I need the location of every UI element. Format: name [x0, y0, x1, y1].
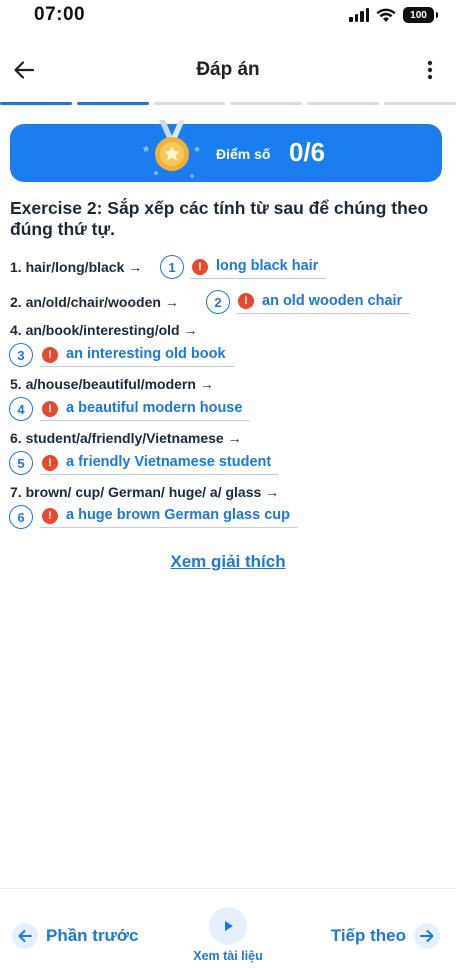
score-label: Điểm số — [216, 146, 271, 162]
header: Đáp án — [0, 48, 456, 94]
battery-icon: 100 — [403, 7, 438, 23]
bottom-navigation: Phần trước Xem tài liệu Tiếp theo — [0, 888, 456, 968]
progress-segment[interactable] — [0, 102, 72, 105]
status-bar: 07:00 100 — [0, 0, 456, 34]
status-icons: 100 — [349, 7, 438, 23]
question-prompt: 4. an/book/interesting/old → — [10, 322, 198, 338]
play-icon — [209, 907, 247, 945]
arrow-left-icon — [12, 923, 38, 949]
answer-number-badge[interactable]: 5 — [9, 451, 33, 475]
question-prompt: 6. student/a/friendly/Vietnamese → — [10, 430, 242, 446]
page-title: Đáp án — [196, 59, 260, 80]
answer-text[interactable]: long black hair — [190, 258, 327, 279]
view-document-button[interactable]: Xem tài liệu — [188, 907, 268, 963]
answer-number-badge[interactable]: 3 — [9, 343, 33, 367]
progress-segment[interactable] — [76, 102, 149, 105]
question-prompt: 5. a/house/beautiful/modern → — [10, 376, 214, 392]
answer-text[interactable]: a huge brown German glass cup — [40, 507, 298, 528]
status-time: 07:00 — [34, 4, 86, 25]
answer-number-badge[interactable]: 6 — [9, 505, 33, 529]
next-label: Tiếp theo — [330, 926, 406, 945]
next-button[interactable]: Tiếp theo — [331, 923, 440, 949]
answer-text[interactable]: an old wooden chair — [236, 293, 411, 314]
question-progress-tabs — [0, 102, 456, 105]
view-explanation-link[interactable]: Xem giải thích — [0, 552, 456, 572]
score-value: 0/6 — [289, 137, 326, 167]
answer-text[interactable]: an interesting old book — [40, 346, 234, 367]
previous-section-button[interactable]: Phần trước — [12, 923, 138, 949]
previous-section-label: Phần trước — [46, 926, 139, 945]
score-banner: Điểm số 0/6 — [10, 120, 442, 182]
answer-number-badge[interactable]: 1 — [160, 255, 184, 279]
more-options-button[interactable] — [420, 56, 440, 84]
progress-segment[interactable] — [307, 102, 380, 105]
arrow-right-icon — [414, 923, 440, 949]
question-prompt: 1. hair/long/black → — [10, 259, 143, 275]
progress-segment[interactable] — [230, 102, 303, 105]
more-vertical-icon — [427, 60, 433, 80]
answer-number-badge[interactable]: 4 — [9, 397, 33, 421]
answer-text[interactable]: a beautiful modern house — [40, 400, 251, 421]
view-document-label: Xem tài liệu — [193, 949, 263, 963]
answer-number-badge[interactable]: 2 — [206, 290, 230, 314]
signal-icon — [349, 8, 369, 22]
wifi-icon — [376, 8, 396, 22]
medal-icon — [142, 120, 200, 178]
question-prompt: 7. brown/ cup/ German/ huge/ a/ glass → — [10, 484, 280, 500]
progress-segment[interactable] — [153, 102, 226, 105]
progress-segment[interactable] — [384, 102, 456, 105]
question-prompt: 2. an/old/chair/wooden → — [10, 294, 179, 310]
answer-text[interactable]: a friendly Vietnamese student — [40, 454, 280, 475]
exercise-title: Exercise 2: Sắp xếp các tính từ sau để c… — [10, 198, 429, 239]
